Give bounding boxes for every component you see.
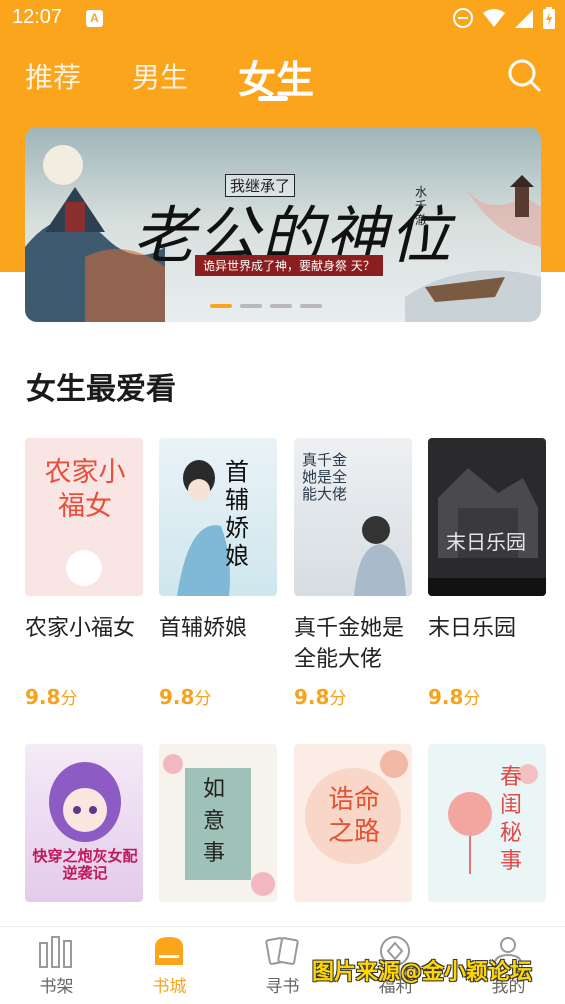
app-notification-icon: A — [86, 10, 103, 27]
book-rating: 9.8分 — [428, 684, 480, 709]
book-cover-title: 诰命之路 — [327, 785, 380, 847]
book-cover[interactable]: 如意事 — [159, 744, 277, 902]
tab-recommend[interactable]: 推荐 — [25, 56, 81, 96]
banner-indicator-dot[interactable] — [300, 304, 322, 308]
banner-indicator — [210, 304, 322, 308]
banner-author: 水千澈 — [415, 185, 428, 227]
book-cover[interactable]: 诰命之路 — [294, 744, 412, 902]
rating-value: 9.8 — [25, 685, 61, 709]
channel-tabs: 推荐 男生 女生 — [0, 52, 565, 112]
find-book-icon — [265, 937, 299, 965]
promo-banner[interactable]: 我继承了 老公的神位 水千澈 诡异世界成了神，要献身祭 天？ — [25, 127, 541, 322]
book-title: 真千金她是全能大佬 — [294, 616, 405, 672]
book-cover-title: 快穿之炮灰女配逆袭记 — [32, 847, 138, 882]
search-icon[interactable] — [507, 58, 541, 92]
nav-bookstore[interactable]: 书城 — [113, 927, 226, 1004]
bookstore-icon — [155, 937, 183, 965]
book-rating: 9.8分 — [159, 684, 211, 709]
rating-value: 9.8 — [159, 685, 195, 709]
book-cover[interactable]: 农家小福女 — [25, 438, 143, 596]
rating-unit: 分 — [329, 689, 347, 709]
banner-indicator-dot[interactable] — [270, 304, 292, 308]
book-card[interactable]: 农家小福女 农家小福女 9.8分 — [25, 438, 143, 709]
bookshelf-icon — [39, 936, 72, 968]
battery-icon — [543, 7, 555, 29]
banner-tagline: 诡异世界成了神，要献身祭 天？ — [195, 255, 383, 276]
book-cover-title: 真千金她是全能大佬 — [302, 451, 348, 503]
status-bar: 12:07 A — [0, 0, 565, 38]
rating-value: 9.8 — [428, 685, 464, 709]
book-cover-title: 末日乐园 — [446, 530, 526, 554]
book-rating: 9.8分 — [25, 684, 77, 709]
book-cover-title: 如意事 — [203, 777, 226, 866]
signal-icon — [515, 10, 533, 28]
book-cover[interactable]: 快穿之炮灰女配逆袭记 — [25, 744, 143, 902]
book-card[interactable]: 真千金她是全能大佬 真千金她是全能大佬 9.8分 — [294, 438, 412, 709]
wifi-icon — [483, 9, 505, 27]
book-cover[interactable]: 首辅娇娘 — [159, 438, 277, 596]
banner-indicator-dot[interactable] — [210, 304, 232, 308]
book-title: 首辅娇娘 — [159, 616, 248, 641]
active-tab-indicator — [258, 96, 288, 101]
tab-male[interactable]: 男生 — [132, 56, 188, 96]
rating-value: 9.8 — [294, 685, 330, 709]
book-card[interactable]: 诰命之路 — [294, 744, 412, 902]
nav-bookshelf[interactable]: 书架 — [0, 927, 113, 1004]
book-card[interactable]: 快穿之炮灰女配逆袭记 — [25, 744, 143, 902]
status-time: 12:07 — [12, 6, 63, 28]
book-card[interactable]: 春闺秘事 — [428, 744, 546, 902]
rating-unit: 分 — [194, 689, 212, 709]
book-cover-title: 首辅娇娘 — [225, 458, 249, 570]
book-cover[interactable]: 真千金她是全能大佬 — [294, 438, 412, 596]
book-cover[interactable]: 末日乐园 — [428, 438, 546, 596]
book-cover[interactable]: 春闺秘事 — [428, 744, 546, 902]
book-cover-title: 春闺秘事 — [500, 765, 523, 874]
book-card[interactable]: 首辅娇娘 首辅娇娘 9.8分 — [159, 438, 277, 709]
book-cover-title: 农家小福女 — [44, 457, 126, 522]
book-card[interactable]: 如意事 — [159, 744, 277, 902]
section-title: 女生最爱看 — [26, 372, 176, 407]
do-not-disturb-icon — [453, 8, 473, 28]
book-title: 末日乐园 — [428, 616, 517, 641]
nav-label: 书城 — [152, 977, 187, 997]
rating-unit: 分 — [463, 689, 481, 709]
book-card[interactable]: 末日乐园 末日乐园 9.8分 — [428, 438, 546, 709]
nav-label: 书架 — [39, 977, 74, 997]
watermark-text: 图片来源@金小颖论坛 — [312, 960, 533, 985]
banner-indicator-dot[interactable] — [240, 304, 262, 308]
book-title: 农家小福女 — [25, 616, 136, 641]
book-rating: 9.8分 — [294, 684, 346, 709]
rating-unit: 分 — [60, 689, 78, 709]
